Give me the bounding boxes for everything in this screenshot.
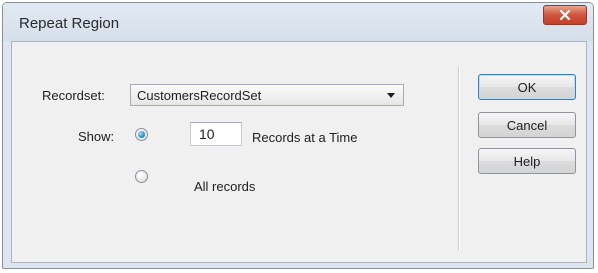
title-bar[interactable]: Repeat Region (3, 3, 593, 41)
repeat-region-dialog: Repeat Region Recordset: CustomersRecord… (2, 2, 594, 269)
radio-selected-dot (138, 131, 145, 138)
ok-button[interactable]: OK (478, 74, 576, 100)
dialog-body: Recordset: CustomersRecordSet Show: 10 R… (11, 41, 587, 263)
chevron-down-icon (387, 93, 395, 98)
close-button[interactable] (543, 5, 587, 25)
close-icon (559, 10, 571, 20)
records-at-a-time-radio[interactable] (135, 128, 148, 141)
all-records-radio[interactable] (135, 170, 148, 183)
cancel-button[interactable]: Cancel (478, 112, 576, 138)
all-records-label: All records (194, 179, 256, 194)
recordset-value: CustomersRecordSet (137, 88, 262, 103)
records-count-input[interactable]: 10 (190, 122, 242, 146)
recordset-label: Recordset: (42, 88, 105, 103)
records-at-a-time-label: Records at a Time (252, 130, 358, 145)
vertical-divider (458, 66, 459, 250)
recordset-select[interactable]: CustomersRecordSet (130, 84, 404, 106)
window-title: Repeat Region (19, 15, 120, 32)
help-button[interactable]: Help (478, 148, 576, 174)
show-label: Show: (78, 129, 115, 144)
